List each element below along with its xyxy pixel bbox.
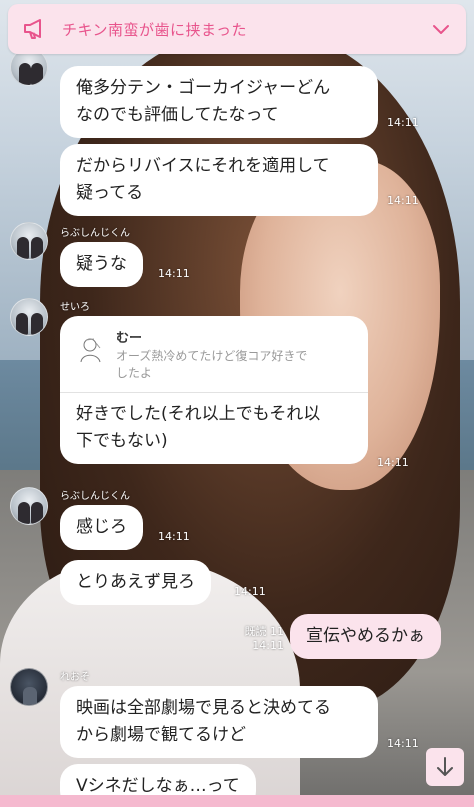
message-line: 宣伝やめるかぁ	[306, 626, 425, 646]
message-bubble[interactable]: 感じろ	[60, 505, 143, 550]
avatar[interactable]	[10, 298, 48, 336]
message-line: 疑ってる	[76, 183, 144, 203]
sender-name: れおそ	[60, 672, 90, 683]
message-line: 俺多分テン・ゴーカイジャーどん	[76, 78, 331, 98]
message-line: だからリバイスにそれを適用して	[76, 156, 330, 176]
message-line: 疑うな	[76, 254, 127, 274]
message-bubble[interactable]: とりあえず見ろ	[60, 560, 211, 605]
reply-message-bubble[interactable]: むー オーズ熱冷めてたけど復コア好きで したよ 好きでした(それ以上でもそれ以 …	[60, 316, 368, 464]
message-time: 14:11	[158, 267, 190, 280]
message-time: 14:11	[387, 737, 419, 750]
quoted-message[interactable]: むー オーズ熱冷めてたけど復コア好きで したよ	[60, 326, 368, 393]
chevron-down-icon[interactable]	[430, 18, 452, 40]
sender-name: せいろ	[60, 302, 90, 313]
read-receipt: 既読 11 14:11	[244, 625, 285, 652]
message-line: 映画は全部劇場で見ると決めてる	[76, 698, 331, 718]
message-line: なのでも評価してたなって	[76, 105, 279, 125]
message-line: 感じろ	[76, 517, 127, 537]
avatar[interactable]	[10, 668, 48, 706]
my-message-bubble[interactable]: 宣伝やめるかぁ	[290, 614, 441, 659]
message-line: とりあえず見ろ	[76, 572, 195, 592]
message-bubble[interactable]: だからリバイスにそれを適用して 疑ってる	[60, 144, 378, 216]
announcement-title: チキン南蛮が歯に挟まった	[62, 20, 247, 39]
message-time: 14:11	[158, 530, 190, 543]
quoted-text: したよ	[116, 366, 153, 380]
message-time: 14:11	[387, 116, 419, 129]
message-bubble[interactable]: 映画は全部劇場で見ると決めてる から劇場で観てるけど	[60, 686, 378, 758]
scroll-to-bottom-button[interactable]	[426, 748, 464, 786]
input-bar-edge	[0, 795, 474, 807]
announcement-bar[interactable]: チキン南蛮が歯に挟まった	[8, 4, 466, 54]
arrow-down-icon	[437, 757, 453, 776]
sender-name: らぶしんじくん	[60, 228, 130, 239]
megaphone-icon	[24, 19, 41, 39]
sender-name: らぶしんじくん	[60, 491, 130, 502]
avatar[interactable]	[10, 487, 48, 525]
message-time: 14:11	[387, 194, 419, 207]
message-time: 14:11	[377, 456, 409, 469]
avatar[interactable]	[10, 222, 48, 260]
message-bubble[interactable]: 疑うな	[60, 242, 143, 287]
message-time: 14:11	[234, 585, 266, 598]
message-line: から劇場で観てるけど	[76, 725, 246, 745]
quoted-text: オーズ熱冷めてたけど復コア好きで	[116, 349, 308, 363]
message-bubble[interactable]: 俺多分テン・ゴーカイジャーどん なのでも評価してたなって	[60, 66, 378, 138]
message-list[interactable]: 俺多分テン・ゴーカイジャーどん なのでも評価してたなって 14:11 だからリバ…	[0, 0, 474, 807]
message-line: 下でもない)	[76, 431, 168, 451]
user-sketch-icon	[80, 338, 101, 363]
quoted-sender: むー	[116, 331, 143, 346]
message-line: 好きでした(それ以上でもそれ以	[76, 404, 321, 424]
